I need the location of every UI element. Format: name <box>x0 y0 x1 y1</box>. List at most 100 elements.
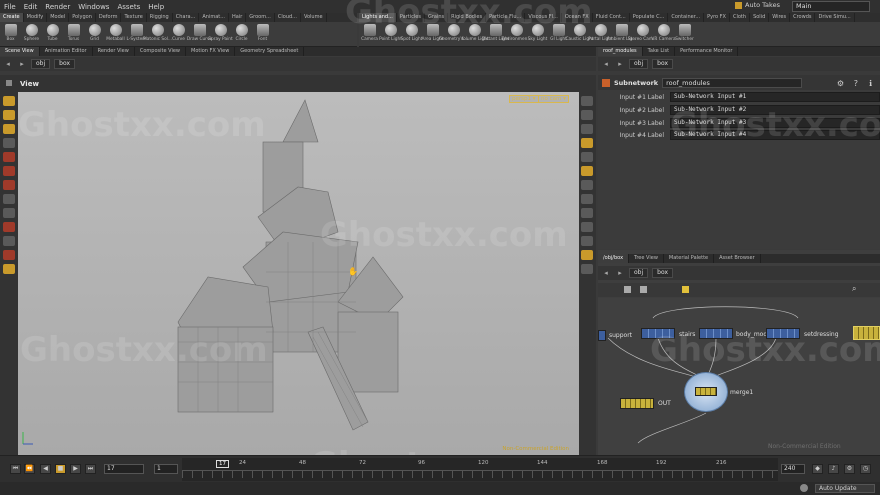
tab-0[interactable]: Create <box>0 13 24 22</box>
light-icon[interactable] <box>581 138 593 148</box>
shelf-tool[interactable]: Metaball <box>105 22 126 47</box>
handle-tool-icon[interactable] <box>3 124 15 134</box>
path-node[interactable]: box <box>652 268 674 278</box>
brush-tool-icon[interactable] <box>3 194 15 204</box>
path-obj[interactable]: obj <box>629 59 649 69</box>
cam-menu[interactable]: no cam ▾ <box>538 95 569 103</box>
tab-10[interactable]: Groom... <box>246 13 275 22</box>
search-icon[interactable]: ⌕ <box>852 284 856 294</box>
tab-4[interactable]: Motion FX View <box>186 47 236 56</box>
tab-1[interactable]: Animation Editor <box>40 47 93 56</box>
step-back-button[interactable]: ⏪ <box>24 464 35 474</box>
snap-tool-icon[interactable] <box>3 208 15 218</box>
node-name-field[interactable]: roof_modules <box>662 77 803 88</box>
move-tool-icon[interactable] <box>3 152 15 162</box>
back-icon[interactable]: ◂ <box>601 59 611 69</box>
shelf-tool[interactable]: L-System <box>126 22 147 47</box>
auto-update-menu[interactable]: Auto Update <box>815 484 875 493</box>
shelf-tool[interactable]: Sphere <box>21 22 42 47</box>
shelf-tool[interactable]: Box <box>0 22 21 47</box>
gear-icon[interactable]: ⚙ <box>837 79 844 88</box>
magnet-tool-icon[interactable] <box>3 250 15 260</box>
scale-tool-icon[interactable] <box>3 180 15 190</box>
tab-12[interactable]: Volume <box>301 13 327 22</box>
tab-11[interactable]: Cloth <box>730 13 751 22</box>
tab-5[interactable]: Geometry Spreadsheet <box>235 47 305 56</box>
camera-icon[interactable] <box>581 166 593 176</box>
forward-icon[interactable]: ▸ <box>615 59 625 69</box>
list-icon[interactable] <box>624 286 631 293</box>
tab-2[interactable]: Model <box>47 13 70 22</box>
display-options-icon[interactable] <box>581 96 593 106</box>
tab-9[interactable]: Container... <box>668 13 705 22</box>
tab-3[interactable]: Composite View <box>135 47 186 56</box>
tab-2[interactable]: Material Palette <box>664 254 715 263</box>
shelf-tool[interactable]: Font <box>252 22 273 47</box>
tab-1[interactable]: Take List <box>643 47 676 56</box>
jump-end-button[interactable]: ⏭ <box>85 464 96 474</box>
scene-viewport[interactable]: persp1 ▾ no cam ▾ Non-Commercial Edition… <box>18 92 579 455</box>
tab-3[interactable]: Asset Browser <box>714 254 761 263</box>
shelf-tool[interactable]: Stereo Cam... <box>628 22 657 47</box>
tab-0[interactable]: roof_modules <box>598 47 643 56</box>
tab-4[interactable]: Deform <box>96 13 122 22</box>
points-icon[interactable] <box>581 208 593 218</box>
menu-edit[interactable]: Edit <box>20 3 42 11</box>
shelf-tool[interactable]: Spray Paint <box>208 22 233 47</box>
current-frame-field[interactable]: 17 <box>104 464 144 474</box>
shelf-tool[interactable]: Draw Curve <box>187 22 212 47</box>
tab-12[interactable]: Solid <box>750 13 770 22</box>
shelf-tool[interactable]: Tube <box>42 22 63 47</box>
menu-help[interactable]: Help <box>144 3 168 11</box>
sound-icon[interactable]: ♪ <box>828 464 839 474</box>
view-tool-icon[interactable] <box>3 222 15 232</box>
bbox-icon[interactable] <box>581 236 593 246</box>
info-icon[interactable]: ℹ <box>869 79 872 88</box>
shelf-tool[interactable]: Curve <box>168 22 189 47</box>
shelf-tool[interactable]: Ambient Lig... <box>607 22 636 47</box>
tab-14[interactable]: Crowds <box>790 13 816 22</box>
forward-icon[interactable]: ▸ <box>17 59 27 69</box>
shelf-tool[interactable]: Platonic Sol... <box>143 22 172 47</box>
network-canvas[interactable]: support stairs body_mod setdressing merg… <box>598 298 880 455</box>
render-region-icon[interactable] <box>581 250 593 260</box>
tab-10[interactable]: Pyro FX <box>704 13 730 22</box>
rotate-tool-icon[interactable] <box>3 166 15 176</box>
shelf-tool[interactable]: Torus <box>63 22 84 47</box>
node-support[interactable] <box>598 330 606 341</box>
transform-tool-icon[interactable] <box>3 110 15 120</box>
shading-icon[interactable] <box>581 124 593 134</box>
info-icon[interactable] <box>581 264 593 274</box>
stop-button[interactable]: ■ <box>55 464 66 474</box>
ghost-icon[interactable] <box>581 110 593 120</box>
jump-start-button[interactable]: ⏮ <box>10 464 21 474</box>
tab-15[interactable]: Drive Simu... <box>815 13 855 22</box>
measure-tool-icon[interactable] <box>3 236 15 246</box>
shelf-tool[interactable]: Switcher <box>674 22 695 47</box>
select-tool-icon[interactable] <box>3 96 15 106</box>
help-icon[interactable]: ? <box>854 79 858 88</box>
auto-takes-toggle[interactable]: Auto Takes <box>735 1 780 9</box>
back-icon[interactable]: ◂ <box>601 268 611 278</box>
snapshot-icon[interactable] <box>581 194 593 204</box>
tab-11[interactable]: Cloud... <box>275 13 301 22</box>
tab-13[interactable]: Wires <box>769 13 791 22</box>
param-field[interactable]: Sub-Network Input #1 <box>670 92 880 102</box>
path-node[interactable]: box <box>54 59 76 69</box>
shelf-tool[interactable]: Portal Light <box>588 22 613 47</box>
persp-menu[interactable]: persp1 ▾ <box>509 95 539 103</box>
menu-assets[interactable]: Assets <box>113 3 144 11</box>
tab-2[interactable]: Render View <box>93 47 135 56</box>
play-button[interactable]: ▶ <box>70 464 81 474</box>
tab-0[interactable]: Scene View <box>0 47 40 56</box>
pin-icon[interactable] <box>6 80 12 86</box>
tab-1[interactable]: Tree View <box>629 254 664 263</box>
settings-icon[interactable]: ⚙ <box>844 464 855 474</box>
back-icon[interactable]: ◂ <box>3 59 13 69</box>
frame-marker[interactable]: 17 <box>216 460 229 468</box>
shelf-tool[interactable]: Circle <box>231 22 252 47</box>
render-tool-icon[interactable] <box>3 264 15 274</box>
forward-icon[interactable]: ▸ <box>615 268 625 278</box>
node-out[interactable] <box>620 398 654 409</box>
realtime-icon[interactable]: ◷ <box>860 464 871 474</box>
